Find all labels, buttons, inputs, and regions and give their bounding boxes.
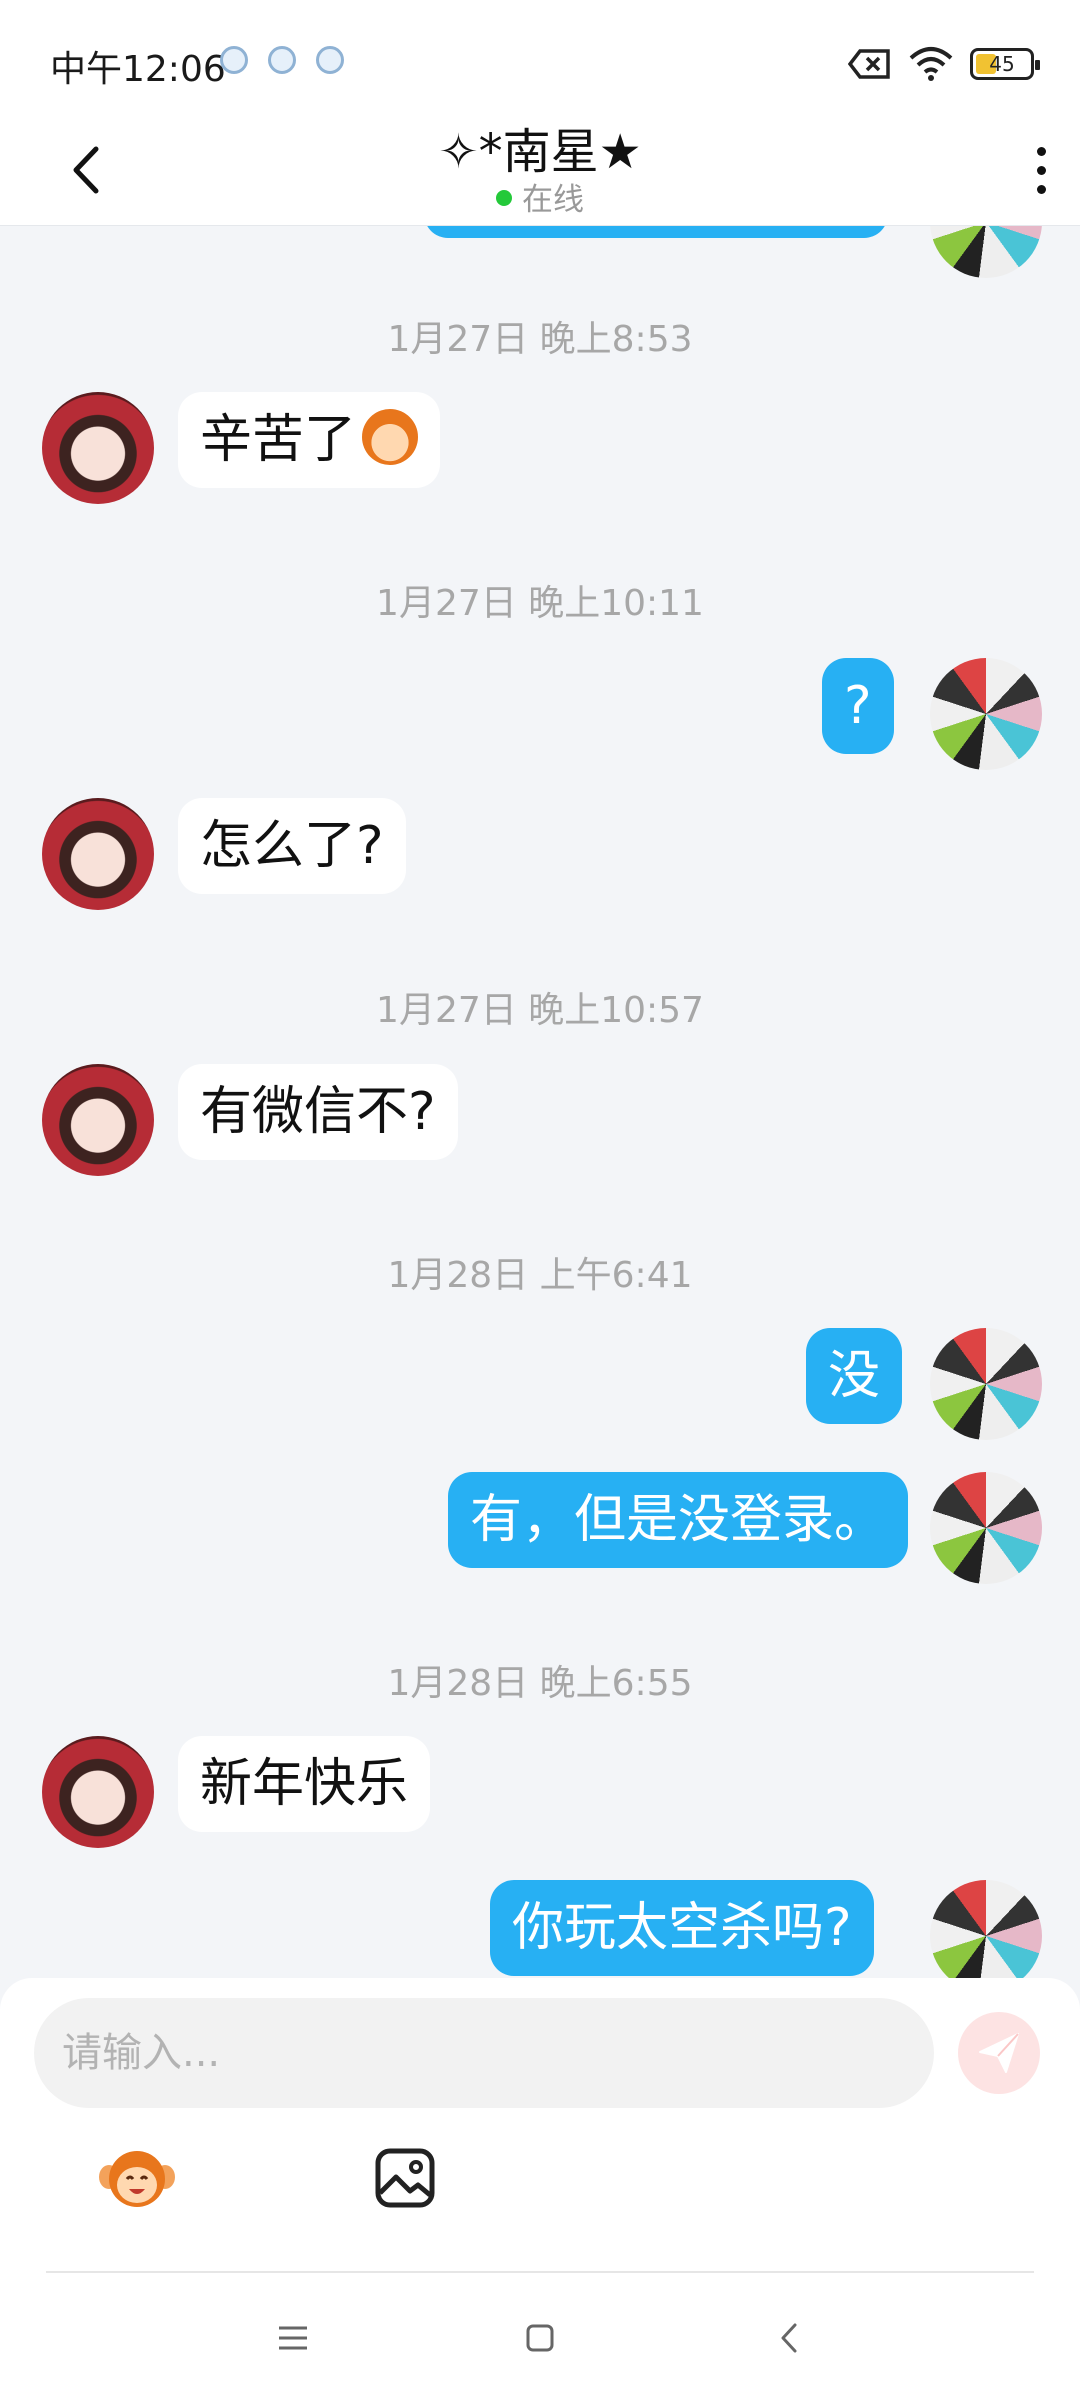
image-button[interactable] — [360, 2133, 450, 2223]
self-avatar[interactable] — [930, 1880, 1042, 1978]
online-dot-icon — [496, 190, 512, 206]
message-text: 辛苦了 — [200, 410, 357, 470]
system-navigation-bar — [0, 2273, 1080, 2400]
timestamp: 1月27日 晚上10:57 — [376, 990, 704, 1031]
message-list[interactable]: 1月27日 晚上8:53 辛苦了 1月27日 晚上10:11 ? 怎么了? 1月… — [0, 226, 1080, 1978]
wifi-icon — [909, 47, 953, 81]
message-text: 没 — [828, 1346, 881, 1406]
battery-icon: 45 — [970, 48, 1040, 80]
chat-header: ✧*南星★ 在线 — [0, 120, 1080, 226]
chevron-left-icon — [781, 2323, 797, 2353]
status-time: 中午12:06 — [50, 49, 226, 90]
message-text: 有微信不? — [200, 1082, 436, 1142]
image-icon — [375, 2148, 435, 2208]
message-text: 有，但是没登录。 — [470, 1490, 887, 1550]
more-dot-icon — [1036, 184, 1046, 194]
back-nav-button[interactable] — [754, 2303, 824, 2373]
message-bubble-outgoing[interactable]: 有，但是没登录。 — [448, 1472, 909, 1568]
message-text: ? — [844, 676, 872, 736]
message-bubble-outgoing[interactable] — [424, 226, 888, 238]
self-avatar[interactable] — [930, 1472, 1042, 1584]
more-dot-icon — [1036, 165, 1046, 175]
paper-plane-icon — [979, 2033, 1019, 2073]
send-button[interactable] — [958, 2012, 1040, 2094]
message-bubble-incoming[interactable]: 辛苦了 — [178, 392, 441, 488]
online-status: 在线 — [0, 174, 1080, 219]
recent-apps-button[interactable] — [258, 2303, 328, 2373]
message-input[interactable] — [34, 1998, 934, 2108]
timestamp: 1月28日 晚上6:55 — [387, 1663, 693, 1704]
timestamp: 1月27日 晚上10:11 — [376, 583, 704, 624]
contact-avatar[interactable] — [42, 798, 154, 910]
self-avatar[interactable] — [930, 226, 1042, 278]
contact-avatar[interactable] — [42, 1064, 154, 1176]
message-text: 怎么了? — [200, 816, 384, 876]
more-options-button[interactable] — [1016, 130, 1066, 210]
menu-icon — [279, 2326, 307, 2350]
message-bubble-incoming[interactable]: 新年快乐 — [178, 1736, 431, 1832]
notification-icon — [220, 46, 248, 74]
sim-blocked-icon — [848, 49, 890, 79]
composer-panel — [0, 1978, 1080, 2400]
message-text: 你玩太空杀吗? — [512, 1898, 852, 1958]
contact-avatar[interactable] — [42, 392, 154, 504]
message-bubble-incoming[interactable]: 怎么了? — [178, 798, 406, 894]
self-avatar[interactable] — [930, 658, 1042, 770]
notification-icon — [268, 46, 296, 74]
message-bubble-outgoing[interactable]: ? — [822, 658, 894, 754]
more-dot-icon — [1036, 146, 1046, 156]
timestamp: 1月27日 晚上8:53 — [387, 319, 693, 360]
message-text: 新年快乐 — [200, 1754, 409, 1814]
message-bubble-incoming[interactable]: 有微信不? — [178, 1064, 458, 1160]
message-bubble-outgoing[interactable]: 没 — [806, 1328, 903, 1424]
timestamp: 1月28日 上午6:41 — [387, 1255, 693, 1296]
monkey-face-emoji-icon — [362, 409, 419, 465]
online-status-label: 在线 — [522, 182, 584, 218]
home-button[interactable] — [505, 2303, 575, 2373]
battery-level: 45 — [989, 52, 1015, 76]
emoji-button[interactable] — [92, 2133, 182, 2223]
square-icon — [526, 2324, 554, 2352]
message-bubble-outgoing[interactable]: 你玩太空杀吗? — [490, 1880, 874, 1976]
self-avatar[interactable] — [930, 1328, 1042, 1440]
notification-icon — [316, 46, 344, 74]
contact-avatar[interactable] — [42, 1736, 154, 1848]
monkey-face-emoji-icon — [99, 2151, 175, 2207]
status-bar: 中午12:06 45 — [0, 0, 1080, 120]
